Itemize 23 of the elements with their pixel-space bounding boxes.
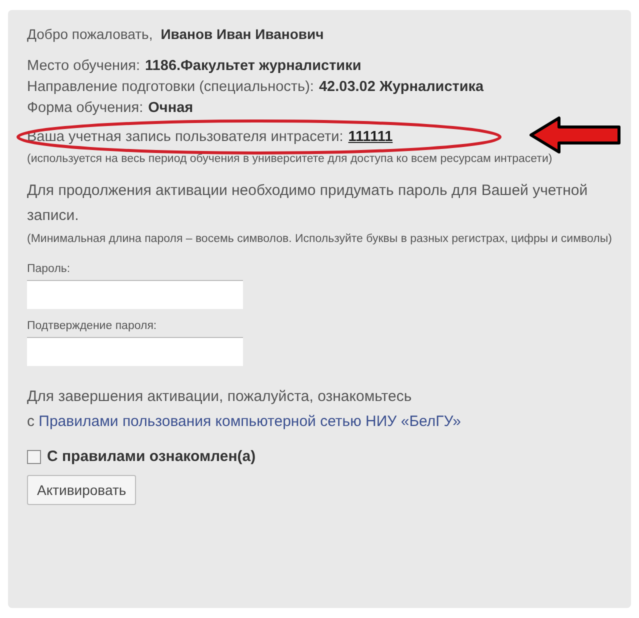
account-hint: (используется на весь период обучения в университете для доступа ко всем ресурсам интрасети) [27, 152, 554, 167]
user-name: Иванов Иван Иванович [160, 26, 324, 42]
rules-prefix: с [27, 413, 34, 430]
info-label: Направление подготовки (специальность): [27, 78, 314, 97]
rules-text: Для завершения активации, пожалуйста, ознакомьтесь [27, 387, 413, 407]
info-label: Место обучения: [27, 57, 140, 76]
field-label: Подтверждение пароля: [27, 319, 158, 334]
password-field[interactable] [27, 337, 243, 366]
agree-checkbox[interactable] [27, 450, 41, 464]
info-value: 42.03.02 Журналистика [318, 78, 484, 97]
activate-button[interactable]: Активировать [27, 475, 136, 505]
account-login: 111111 [348, 129, 393, 145]
field-label: Пароль: [27, 262, 72, 277]
info-label: Форма обучения: [27, 99, 144, 118]
password-field[interactable] [27, 280, 243, 309]
password-hint: (Минимальная длина пароля – восемь символов. Используйте буквы в разных регистрах, цифры и символы) [27, 232, 613, 247]
info-value: 1186.Факультет журналистики [145, 57, 362, 76]
rules-link[interactable]: Правилами пользования компьютерной сетью НИУ «БелГУ» [38, 413, 461, 430]
welcome-label: Добро пожаловать, [27, 26, 153, 42]
info-value: Очная [148, 99, 194, 118]
agree-label: С правилами ознакомлен(а) [47, 448, 256, 465]
activation-text: Для продолжения активации необходимо придумать пароль для Вашей учетной записи. [27, 181, 589, 226]
arrow-icon [529, 116, 621, 154]
